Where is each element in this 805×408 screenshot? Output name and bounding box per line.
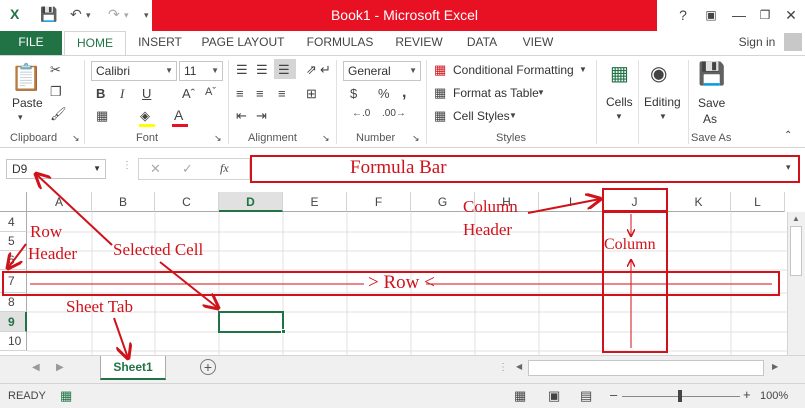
arrow-to-selected-cell [159,261,218,308]
arrow-to-sheet-tab [113,317,128,358]
arrow-to-column-header [527,199,600,214]
annotation-arrows [0,0,772,408]
arrow-to-name-box [36,174,113,246]
arrow-to-row-header [8,243,27,268]
